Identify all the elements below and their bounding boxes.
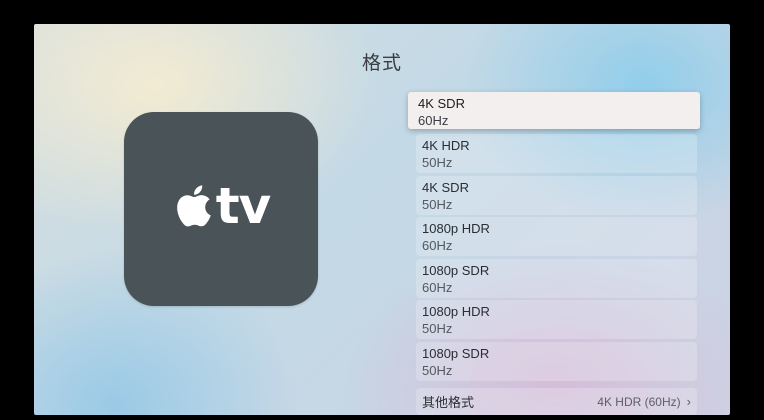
format-options-list: 4K HDR 50Hz 4K SDR 50Hz 1080p HDR 60Hz 1… — [416, 134, 697, 383]
apple-icon — [172, 183, 212, 229]
format-option[interactable]: 1080p SDR 50Hz — [416, 341, 697, 381]
format-option[interactable]: 4K HDR 50Hz — [416, 134, 697, 173]
chevron-right-icon: › — [686, 394, 691, 409]
format-option-rate: 50Hz — [422, 362, 453, 378]
format-option-label: 4K SDR — [422, 179, 469, 195]
format-option-label: 4K SDR — [418, 96, 465, 111]
other-formats-row[interactable]: 其他格式 4K HDR (60Hz) › — [416, 388, 697, 415]
other-formats-value: 4K HDR (60Hz) — [597, 394, 681, 409]
format-option[interactable]: 1080p HDR 50Hz — [416, 300, 697, 339]
page-title: 格式 — [361, 52, 402, 74]
format-option[interactable]: 1080p SDR 60Hz — [416, 258, 697, 298]
format-settings-screen: 格式 tv 4K SDR 60Hz 4K HDR 50Hz 4K SDR 50H… — [34, 24, 730, 415]
format-option-rate: 50Hz — [422, 196, 453, 212]
format-option-selected[interactable]: 4K SDR 60Hz — [408, 92, 700, 129]
other-formats-label: 其他格式 — [422, 396, 475, 411]
apple-tv-logo: tv — [124, 176, 318, 236]
format-option-label: 1080p HDR — [422, 304, 490, 319]
tv-wordmark: tv — [215, 177, 271, 235]
format-option-label: 1080p HDR — [422, 221, 490, 236]
format-option-label: 1080p SDR — [422, 262, 490, 278]
format-option[interactable]: 4K SDR 50Hz — [416, 175, 697, 215]
format-option-rate: 60Hz — [422, 238, 453, 253]
format-option-rate: 50Hz — [422, 321, 453, 336]
format-option-label: 4K HDR — [422, 138, 470, 153]
format-option[interactable]: 1080p HDR 60Hz — [416, 217, 697, 256]
format-option-label: 1080p SDR — [422, 345, 490, 361]
apple-tv-tile: tv — [124, 112, 318, 306]
format-option-rate: 50Hz — [422, 155, 453, 170]
format-option-rate: 60Hz — [422, 279, 453, 295]
format-option-rate: 60Hz — [418, 113, 449, 128]
